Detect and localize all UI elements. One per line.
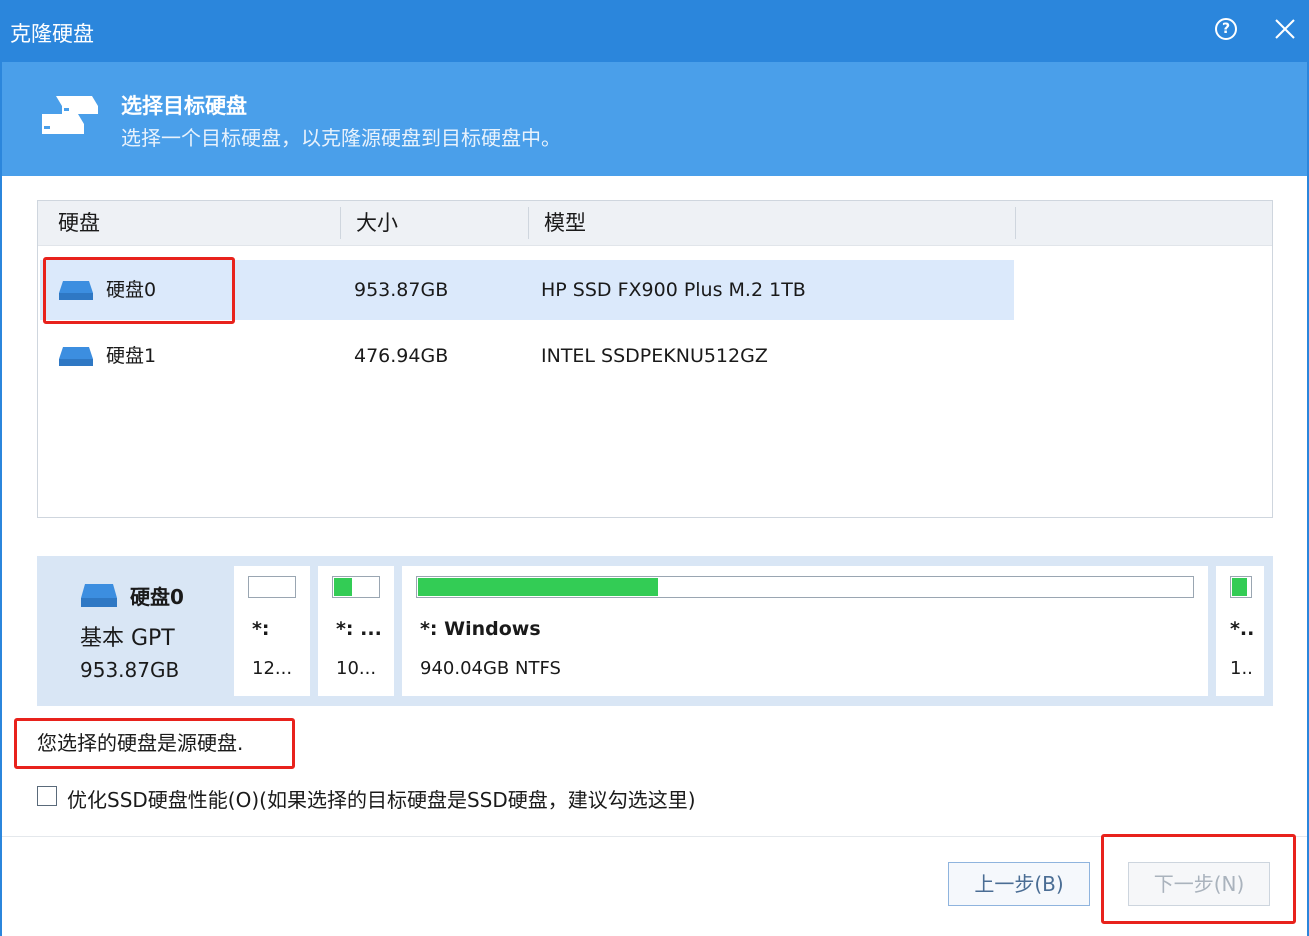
partition-block[interactable]: *: Windows 940.04GB NTFS [402, 566, 1208, 696]
disk-map-type: 基本 GPT [80, 626, 175, 651]
partition-size: 12... [252, 658, 293, 679]
partition-usage-bar [416, 576, 1194, 598]
disk-list-header: 硬盘 大小 模型 [38, 201, 1272, 246]
column-header-size[interactable]: 大小 [356, 201, 398, 245]
partition-label: *: Windows [420, 618, 541, 640]
disk-stack-icon [42, 96, 98, 134]
partition-block[interactable]: *: ... 10... [318, 566, 394, 696]
partition-block[interactable]: *.. 1.. [1216, 566, 1264, 696]
close-icon[interactable] [1270, 14, 1300, 44]
disk-map-info[interactable]: 硬盘0 基本 GPT 953.87GB [37, 556, 233, 706]
back-button[interactable]: 上一步(B) [948, 862, 1090, 906]
partition-usage-bar [248, 576, 296, 598]
banner-subtitle: 选择一个目标硬盘，以克隆源硬盘到目标硬盘中。 [121, 126, 561, 150]
disk-model: INTEL SSDPEKNU512GZ [541, 345, 768, 367]
partition-label: *.. [1230, 618, 1255, 640]
column-separator [1015, 207, 1016, 239]
ssd-optimize-label[interactable]: 优化SSD硬盘性能(O)(如果选择的目标硬盘是SSD硬盘，建议勾选这里) [67, 784, 696, 813]
column-header-model[interactable]: 模型 [544, 201, 586, 245]
table-row[interactable]: 硬盘1 476.94GB INTEL SSDPEKNU512GZ [40, 326, 1014, 386]
partition-size: 1.. [1230, 658, 1253, 679]
window-title: 克隆硬盘 [10, 22, 94, 46]
disk-icon [59, 347, 93, 366]
partition-usage-bar [332, 576, 380, 598]
partition-usage-fill [418, 578, 658, 596]
partition-label: *: [252, 618, 270, 640]
highlight-box-selected-disk [43, 257, 235, 324]
highlight-box-warning [14, 718, 295, 769]
partition-usage-bar [1230, 576, 1252, 598]
partition-usage-fill [334, 578, 352, 596]
header-banner: 选择目标硬盘 选择一个目标硬盘，以克隆源硬盘到目标硬盘中。 [0, 62, 1309, 176]
disk-map-size: 953.87GB [80, 658, 180, 682]
title-bar: 克隆硬盘 ? [0, 0, 1309, 62]
column-separator [340, 207, 341, 239]
disk-name: 硬盘1 [106, 345, 157, 367]
partition-block[interactable]: *: 12... [234, 566, 310, 696]
highlight-box-next-button [1101, 834, 1296, 924]
disk-size: 953.87GB [354, 279, 449, 301]
ssd-optimize-checkbox[interactable] [37, 786, 57, 806]
disk-map-name: 硬盘0 [130, 585, 184, 609]
column-header-disk[interactable]: 硬盘 [58, 201, 100, 245]
disk-list: 硬盘 大小 模型 硬盘0 953.87GB HP SSD FX900 Plus … [37, 200, 1273, 518]
partition-label: *: ... [336, 618, 382, 640]
disk-map: 硬盘0 基本 GPT 953.87GB *: 12... *: ... 10..… [37, 556, 1273, 706]
partition-size: 940.04GB NTFS [420, 658, 561, 679]
disk-icon [81, 584, 117, 607]
disk-size: 476.94GB [354, 345, 449, 367]
help-icon[interactable]: ? [1215, 18, 1237, 40]
partition-size: 10... [336, 658, 377, 679]
disk-model: HP SSD FX900 Plus M.2 1TB [541, 279, 806, 301]
window-border-left [0, 62, 2, 936]
partition-usage-fill [1232, 578, 1248, 596]
banner-title: 选择目标硬盘 [121, 94, 247, 118]
column-separator [528, 207, 529, 239]
